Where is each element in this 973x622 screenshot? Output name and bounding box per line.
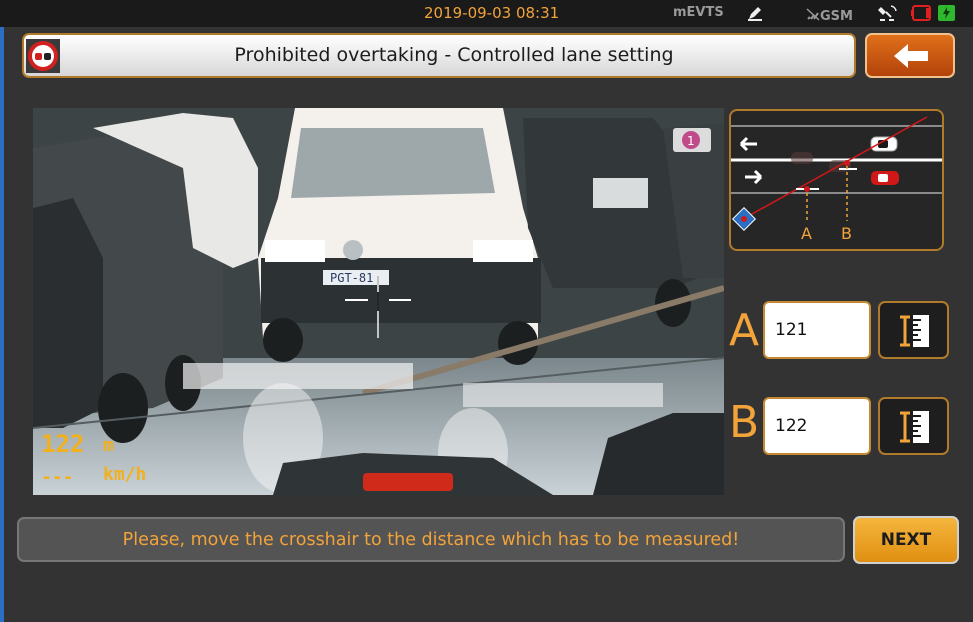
distance-readout-unit: m [103,435,114,456]
no-overtaking-sign-icon [26,39,60,73]
car-white-icon [870,136,898,152]
next-button-label: NEXT [880,530,932,550]
camera-view[interactable]: PGT-81 1 122 m --- km/h [33,108,724,495]
no-signal-icon [806,8,820,21]
status-bar: 2019-09-03 08:31 mEVTS GSM [0,0,973,27]
gsm-status: GSM [806,5,853,24]
battery-low-icon [911,5,931,21]
status-datetime: 2019-09-03 08:31 [424,4,560,22]
hint-bar: Please, move the crosshair to the distan… [17,517,845,562]
speed-readout-unit: km/h [103,464,147,485]
back-button[interactable] [865,33,955,78]
point-b-label: B [729,397,760,448]
status-network: GSM [820,9,853,24]
measure-a-button[interactable] [878,301,949,359]
lane-diagram: A B [729,109,944,251]
camera-image: PGT-81 1 [33,108,724,495]
license-plate: PGT-81 [330,271,373,285]
car-red-icon [871,171,899,185]
camera-indicator: 1 [687,134,695,148]
point-a-label: A [729,305,760,356]
camera-icon [731,206,757,232]
next-button[interactable]: NEXT [853,516,959,564]
arrow-right-icon [745,169,763,185]
satellite-icon [878,5,897,21]
measure-b-button[interactable] [878,397,949,455]
power-icon [938,5,955,21]
ruler-icon [900,315,929,347]
arrow-left-icon [739,136,757,152]
point-b-distance-input[interactable] [763,397,871,455]
page-title: Prohibited overtaking - Controlled lane … [234,44,674,66]
diagram-label-a: A [801,224,812,243]
left-edge-accent [0,0,4,622]
status-app-name: mEVTS [673,5,724,20]
point-a-distance-input[interactable] [763,301,871,359]
arrow-left-icon [894,44,928,68]
title-bar: Prohibited overtaking - Controlled lane … [22,33,856,78]
speed-readout-value: --- [41,467,74,488]
ruler-icon [900,411,929,443]
hint-text: Please, move the crosshair to the distan… [122,530,740,550]
distance-readout-value: 122 [41,430,85,458]
diagram-label-b: B [841,224,852,243]
pen-icon [748,7,762,21]
